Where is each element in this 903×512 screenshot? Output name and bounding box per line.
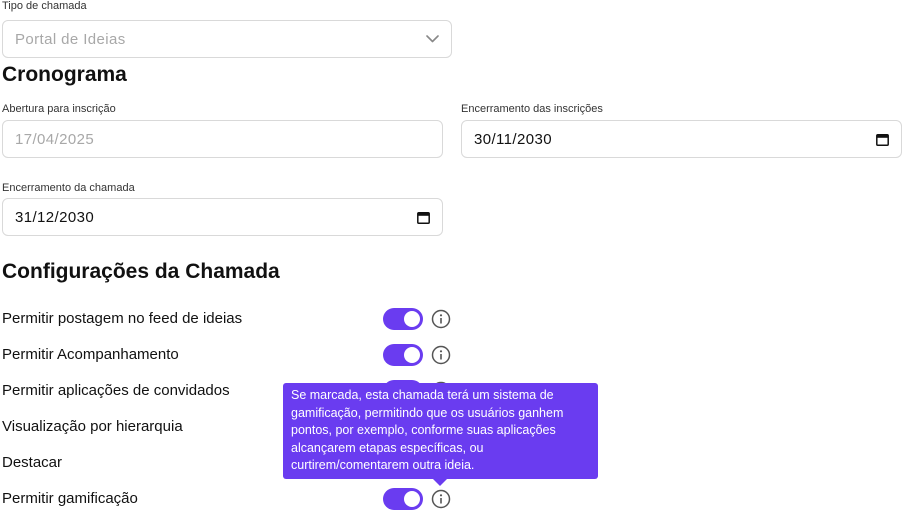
- tooltip-line: Se marcada, esta chamada terá um sistema…: [291, 388, 554, 402]
- info-icon[interactable]: [431, 489, 451, 509]
- cronograma-title: Cronograma: [2, 63, 127, 86]
- chevron-down-icon: [425, 32, 439, 46]
- config-label-feed: Permitir postagem no feed de ideias: [2, 310, 243, 327]
- tooltip-line: gamificação, permitindo que os usuários …: [291, 405, 564, 420]
- abertura-date-field[interactable]: 17/04/2025: [2, 120, 443, 158]
- encerramento-inscricoes-date-field[interactable]: 30/11/2030: [461, 120, 902, 158]
- tooltip-line: alcançarem etapas específicas, ou: [291, 440, 484, 455]
- calendar-icon[interactable]: [416, 210, 430, 224]
- info-icon[interactable]: [431, 309, 451, 329]
- toggle-gamificacao[interactable]: [383, 488, 423, 510]
- toggle-knob: [404, 491, 420, 507]
- toggle-knob: [404, 347, 420, 363]
- config-label-convidados: Permitir aplicações de convidados: [2, 382, 230, 399]
- encerramento-chamada-value: 31/12/2030: [15, 208, 95, 226]
- calendar-icon[interactable]: [875, 132, 889, 146]
- toggle-acompanhamento[interactable]: [383, 344, 423, 366]
- tooltip-line: curtirem/comentarem outra ideia.: [291, 458, 475, 472]
- tipo-chamada-label: Tipo de chamada: [2, 0, 87, 12]
- gamificacao-tooltip: Se marcada, esta chamada terá um sistema…: [283, 383, 598, 486]
- config-label-destacar: Destacar: [2, 454, 63, 471]
- config-label-acompanhamento: Permitir Acompanhamento: [2, 346, 179, 363]
- config-label-gamificacao: Permitir gamificação: [2, 490, 138, 507]
- abertura-value: 17/04/2025: [15, 130, 95, 148]
- tooltip-line: pontos, por exemplo, conforme suas aplic…: [291, 423, 556, 437]
- tooltip-arrow: [433, 479, 447, 486]
- encerramento-chamada-label: Encerramento da chamada: [2, 182, 135, 194]
- tipo-chamada-value: Portal de Ideias: [15, 30, 126, 48]
- encerramento-chamada-date-field[interactable]: 31/12/2030: [2, 198, 443, 236]
- info-icon[interactable]: [431, 345, 451, 365]
- encerramento-inscricoes-label: Encerramento das inscrições: [461, 103, 603, 115]
- abertura-label: Abertura para inscrição: [2, 103, 116, 115]
- config-label-hierarquia: Visualização por hierarquia: [2, 418, 183, 435]
- tipo-chamada-select[interactable]: Portal de Ideias: [2, 20, 452, 58]
- toggle-knob: [404, 311, 420, 327]
- toggle-feed[interactable]: [383, 308, 423, 330]
- configuracoes-title: Configurações da Chamada: [2, 260, 280, 283]
- encerramento-inscricoes-value: 30/11/2030: [474, 130, 552, 148]
